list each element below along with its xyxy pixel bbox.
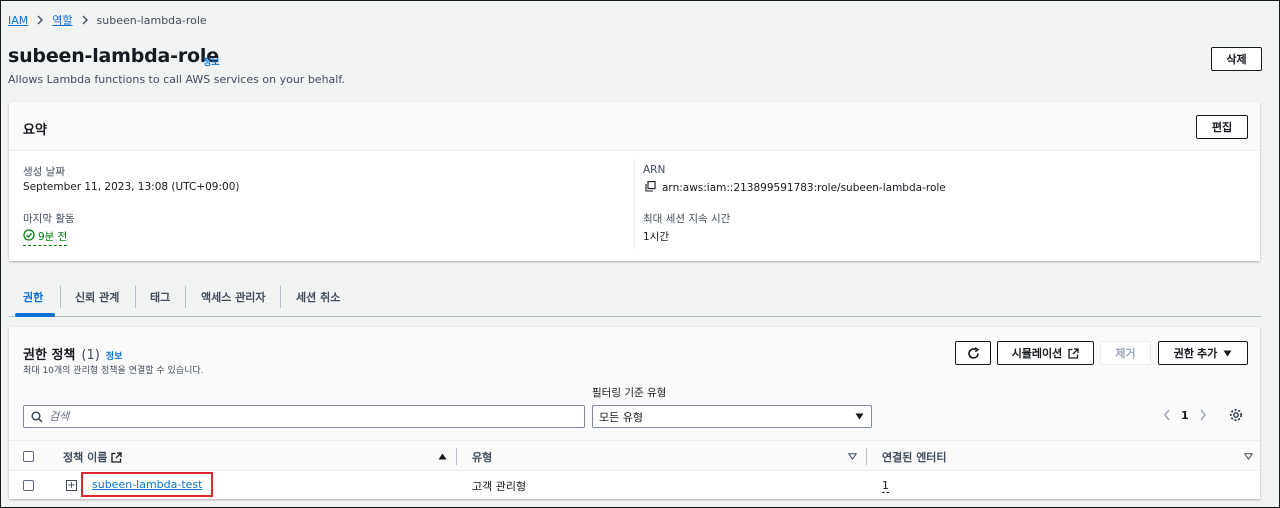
column-separator <box>456 448 457 465</box>
created-label: 생성 날짜 <box>23 166 65 178</box>
policies-title-row: 권한 정책 (1) 정보 <box>23 344 122 363</box>
active-tab-indicator <box>15 313 55 317</box>
add-permissions-label: 권한 추가 <box>1173 348 1218 360</box>
table-row: + subeen-lambda-test 고객 관리형 1 <box>9 471 1260 499</box>
tab-separator <box>60 286 61 308</box>
arn-label: ARN <box>643 164 666 176</box>
filter-type-select[interactable]: 모든 유형 <box>592 405 872 428</box>
column-separator <box>866 448 867 465</box>
edit-button[interactable]: 편집 <box>1196 115 1248 139</box>
sort-ascending-icon[interactable] <box>438 453 447 460</box>
pagination: 1 <box>1163 408 1243 422</box>
chevron-right-icon <box>36 15 44 25</box>
filter-type-label: 필터링 기준 유형 <box>592 387 667 399</box>
permission-policies-panel: 권한 정책 (1) 정보 최대 10개의 관리형 정책을 연결할 수 있습니다.… <box>9 327 1260 499</box>
last-activity-value: 9분 전 <box>38 231 68 243</box>
attached-entities-count[interactable]: 1 <box>882 479 889 493</box>
simulate-button[interactable]: 시뮬레이션 <box>997 341 1094 365</box>
tab-separator <box>185 286 186 308</box>
settings-gear-icon[interactable] <box>1229 408 1243 422</box>
tab-revoke-sessions[interactable]: 세션 취소 <box>296 277 340 316</box>
page-description: Allows Lambda functions to call AWS serv… <box>8 73 345 86</box>
add-permissions-button[interactable]: 권한 추가 <box>1158 341 1248 365</box>
caret-down-icon <box>855 413 864 420</box>
tab-tags[interactable]: 태그 <box>150 277 170 316</box>
summary-header: 요약 편집 <box>9 102 1260 151</box>
search-field[interactable] <box>23 405 585 428</box>
tab-separator <box>135 286 136 308</box>
current-page[interactable]: 1 <box>1181 409 1189 422</box>
col-policy-name-label: 정책 이름 <box>63 451 108 464</box>
caret-down-icon <box>1223 350 1232 356</box>
last-activity-status[interactable]: 9분 전 <box>23 229 68 246</box>
filter-type-value: 모든 유형 <box>599 410 643 424</box>
external-link-icon <box>111 451 122 463</box>
policies-info-link[interactable]: 정보 <box>106 349 123 362</box>
expand-row-icon[interactable]: + <box>66 480 77 491</box>
arn-value: arn:aws:iam::213899591783:role/subeen-la… <box>662 182 946 194</box>
policy-name-link[interactable]: subeen-lambda-test <box>92 478 202 491</box>
sort-icon[interactable] <box>848 453 857 460</box>
chevron-right-icon <box>81 15 89 25</box>
tab-trust-relationships[interactable]: 신뢰 관계 <box>75 277 119 316</box>
simulate-label: 시뮬레이션 <box>1011 348 1063 360</box>
refresh-icon <box>967 346 979 359</box>
max-session-value: 1시간 <box>643 231 670 243</box>
search-icon <box>31 410 43 423</box>
sort-icon[interactable] <box>1244 453 1253 460</box>
remove-button[interactable]: 제거 <box>1100 341 1151 365</box>
col-policy-name[interactable]: 정책 이름 <box>63 449 122 465</box>
copy-icon[interactable] <box>645 181 656 195</box>
chevron-left-icon[interactable] <box>1163 409 1171 421</box>
policy-type: 고객 관리형 <box>472 480 527 493</box>
breadcrumb-current: subeen-lambda-role <box>96 13 207 27</box>
title-info-link[interactable]: 정보 <box>203 55 220 68</box>
arn-row: arn:aws:iam::213899591783:role/subeen-la… <box>645 181 946 195</box>
page-title: subeen-lambda-role <box>8 45 219 67</box>
created-value: September 11, 2023, 13:08 (UTC+09:00) <box>23 181 240 193</box>
select-all-checkbox[interactable] <box>23 451 34 462</box>
chevron-right-icon[interactable] <box>1199 409 1207 421</box>
summary-divider <box>634 158 635 250</box>
breadcrumb: IAM 역할 subeen-lambda-role <box>8 12 207 28</box>
max-session-label: 최대 세션 지속 시간 <box>643 213 731 225</box>
policy-name-highlight: subeen-lambda-test <box>81 472 214 497</box>
success-check-icon <box>23 229 35 244</box>
policies-count: (1) <box>81 348 100 363</box>
summary-title: 요약 <box>23 123 47 138</box>
policies-subtitle: 최대 10개의 관리형 정책을 연결할 수 있습니다. <box>23 366 204 376</box>
summary-panel: 요약 편집 생성 날짜 September 11, 2023, 13:08 (U… <box>9 102 1260 261</box>
row-checkbox[interactable] <box>23 480 34 491</box>
col-attached-entities[interactable]: 연결된 엔터티 <box>882 449 947 465</box>
breadcrumb-iam[interactable]: IAM <box>8 14 28 27</box>
policies-title: 권한 정책 <box>23 348 76 363</box>
refresh-button[interactable] <box>955 341 991 365</box>
delete-button[interactable]: 삭제 <box>1211 47 1262 71</box>
breadcrumb-roles[interactable]: 역할 <box>52 12 72 28</box>
tab-permissions[interactable]: 권한 <box>23 277 43 316</box>
tab-bar: 권한 신뢰 관계 태그 액세스 관리자 세션 취소 <box>9 277 1261 317</box>
search-input[interactable] <box>49 410 549 423</box>
policies-table-header: 정책 이름 유형 연결된 엔터티 <box>9 440 1260 471</box>
tab-access-advisor[interactable]: 액세스 관리자 <box>201 277 266 316</box>
col-type[interactable]: 유형 <box>472 449 492 465</box>
last-activity-label: 마지막 활동 <box>23 213 75 225</box>
external-link-icon <box>1068 347 1079 359</box>
tab-separator <box>280 286 281 308</box>
